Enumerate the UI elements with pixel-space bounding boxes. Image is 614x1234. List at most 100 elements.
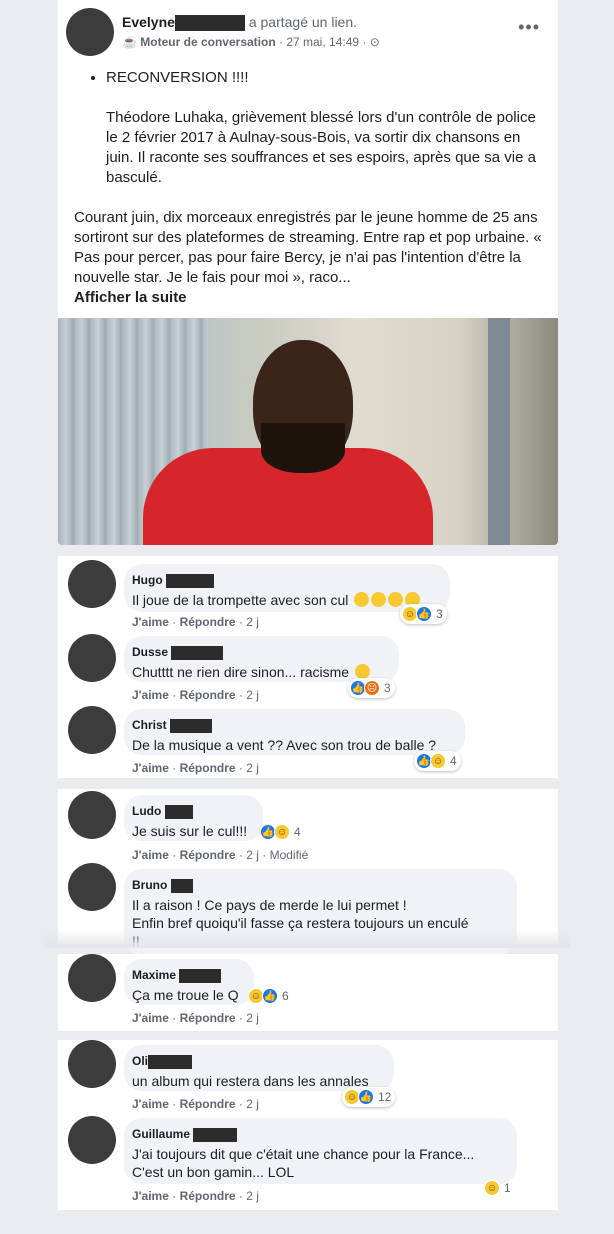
- comment-time[interactable]: 2 j: [246, 615, 259, 629]
- comment-time[interactable]: 2 j: [246, 761, 259, 775]
- commenter-name[interactable]: Bruno: [132, 876, 505, 894]
- commenter-avatar[interactable]: [68, 706, 116, 754]
- commenter-name[interactable]: Hugo: [132, 571, 438, 589]
- commenter-name[interactable]: Christ: [132, 716, 453, 734]
- screenshot-fade: [44, 930, 570, 948]
- reply-link[interactable]: Répondre: [180, 688, 236, 702]
- post-meta: ☕ Moteur de conversation · 27 mai, 14:49…: [122, 35, 380, 49]
- comment-time[interactable]: 2 j: [246, 688, 259, 702]
- reaction-summary[interactable]: ☺ 👍 12: [342, 1087, 396, 1107]
- image-pipe: [488, 318, 510, 545]
- comment-text: Chutttt ne rien dire sinon... racisme: [132, 664, 350, 680]
- comments-card: Oli un album qui restera dans les annale…: [58, 1040, 558, 1210]
- group-name[interactable]: Moteur de conversation: [140, 35, 275, 49]
- shared-label: a partagé un lien.: [248, 14, 358, 30]
- bullet-title: RECONVERSION !!!!: [106, 69, 249, 86]
- author-name[interactable]: Evelyne: [122, 14, 175, 30]
- commenter-name[interactable]: Maxime: [132, 966, 242, 984]
- comment-bubble: Oli un album qui restera dans les annale…: [124, 1045, 394, 1091]
- post-date[interactable]: · 27 mai, 14:49 ·: [279, 35, 366, 49]
- comment-time[interactable]: 2 j · Modifié: [246, 848, 308, 862]
- like-icon: 👍: [358, 1089, 374, 1105]
- group-icon: ☕: [122, 35, 137, 49]
- reaction-count: 12: [378, 1090, 392, 1104]
- post-header: Evelyne a partagé un lien.: [122, 14, 358, 32]
- post-card: Evelyne a partagé un lien. ☕ Moteur de c…: [58, 0, 558, 545]
- commenter-avatar[interactable]: [68, 634, 116, 682]
- globe-icon: ⊙: [369, 35, 380, 49]
- commenter-avatar[interactable]: [68, 954, 116, 1002]
- more-dots-icon[interactable]: •••: [518, 18, 540, 36]
- comment-text: Ça me troue le Q: [132, 987, 239, 1003]
- reaction-summary[interactable]: 👍 ☺ 4: [258, 822, 305, 842]
- reaction-summary[interactable]: ☺ 👍 3: [400, 604, 447, 624]
- haha-icon: ☺: [430, 753, 446, 769]
- author-avatar[interactable]: [66, 8, 114, 56]
- comment-actions: J'aime · Répondre · 2 j: [132, 1189, 259, 1203]
- comment-text: un album qui restera dans les annales: [132, 1073, 369, 1089]
- reply-link[interactable]: Répondre: [180, 1189, 236, 1203]
- commenter-avatar[interactable]: [68, 1116, 116, 1164]
- like-link[interactable]: J'aime: [132, 688, 169, 702]
- like-icon: 👍: [416, 606, 432, 622]
- comments-card: Hugo Il joue de la trompette avec son cu…: [58, 556, 558, 778]
- reply-link[interactable]: Répondre: [180, 1097, 236, 1111]
- comment-actions: J'aime · Répondre · 2 j · Modifié: [132, 848, 309, 862]
- reply-link[interactable]: Répondre: [180, 615, 236, 629]
- comment-text: De la musique a vent ?? Avec son trou de…: [132, 737, 437, 753]
- reaction-summary[interactable]: 👍 ☺ 4: [414, 751, 461, 771]
- commenter-name[interactable]: Oli: [132, 1052, 382, 1070]
- haha-icon: ☺: [484, 1180, 500, 1196]
- comment-bubble: Maxime Ça me troue le Q: [124, 959, 254, 1005]
- comment-bubble: Ludo Je suis sur le cul!!!: [124, 795, 263, 841]
- comment-bubble: Guillaume J'ai toujours dit que c'était …: [124, 1118, 517, 1184]
- bullet-text: Théodore Luhaka, grièvement blessé lors …: [106, 109, 536, 186]
- reaction-summary[interactable]: 👍 ☹ 3: [348, 678, 395, 698]
- comment-actions: J'aime · Répondre · 2 j: [132, 1097, 259, 1111]
- reaction-count: 3: [436, 607, 443, 621]
- commenter-name[interactable]: Ludo: [132, 802, 251, 820]
- like-link[interactable]: J'aime: [132, 1189, 169, 1203]
- see-more-link[interactable]: Afficher la suite: [74, 288, 546, 308]
- commenter-avatar[interactable]: [68, 791, 116, 839]
- comments-card: Ludo Je suis sur le cul!!! 👍 ☺ 4 J'aime ·…: [58, 789, 558, 955]
- like-link[interactable]: J'aime: [132, 761, 169, 775]
- reply-link[interactable]: Répondre: [180, 761, 236, 775]
- comment-actions: J'aime · Répondre · 2 j: [132, 688, 259, 702]
- commenter-avatar[interactable]: [68, 1040, 116, 1088]
- commenter-name[interactable]: Guillaume: [132, 1125, 505, 1143]
- comment-time[interactable]: 2 j: [246, 1011, 259, 1025]
- haha-icon: ☺: [274, 824, 290, 840]
- like-link[interactable]: J'aime: [132, 1097, 169, 1111]
- reaction-count: 4: [450, 754, 457, 768]
- post-body: RECONVERSION !!!! Théodore Luhaka, grièv…: [74, 68, 546, 308]
- reaction-count: 6: [282, 989, 289, 1003]
- reply-link[interactable]: Répondre: [180, 848, 236, 862]
- bullet-item: RECONVERSION !!!! Théodore Luhaka, grièv…: [106, 68, 546, 188]
- reaction-count: 4: [294, 825, 301, 839]
- like-icon: 👍: [262, 988, 278, 1004]
- like-link[interactable]: J'aime: [132, 1011, 169, 1025]
- comment-time[interactable]: 2 j: [246, 1097, 259, 1111]
- comments-card: Maxime Ça me troue le Q ☺ 👍 6 J'aime · Ré…: [58, 954, 558, 1031]
- reaction-summary[interactable]: ☺ 1: [482, 1178, 515, 1198]
- redacted-name: [174, 15, 245, 32]
- commenter-avatar[interactable]: [68, 560, 116, 608]
- like-link[interactable]: J'aime: [132, 848, 169, 862]
- reply-link[interactable]: Répondre: [180, 1011, 236, 1025]
- shocked-emoji-icon: [355, 664, 370, 679]
- like-link[interactable]: J'aime: [132, 615, 169, 629]
- body-text: Courant juin, dix morceaux enregistrés p…: [74, 209, 542, 286]
- comment-text: J'ai toujours dit que c'était une chance…: [132, 1146, 475, 1180]
- commenter-avatar[interactable]: [68, 863, 116, 911]
- commenter-name[interactable]: Dusse: [132, 643, 387, 661]
- reaction-count: 1: [504, 1181, 511, 1195]
- comment-actions: J'aime · Répondre · 2 j: [132, 761, 259, 775]
- comment-bubble: Christ De la musique a vent ?? Avec son …: [124, 709, 465, 755]
- image-person-beard: [261, 423, 345, 473]
- bullet-list: RECONVERSION !!!! Théodore Luhaka, grièv…: [74, 68, 546, 188]
- link-preview-image[interactable]: [58, 318, 558, 545]
- reaction-count: 3: [384, 681, 391, 695]
- comment-time[interactable]: 2 j: [246, 1189, 259, 1203]
- reaction-summary[interactable]: ☺ 👍 6: [246, 986, 293, 1006]
